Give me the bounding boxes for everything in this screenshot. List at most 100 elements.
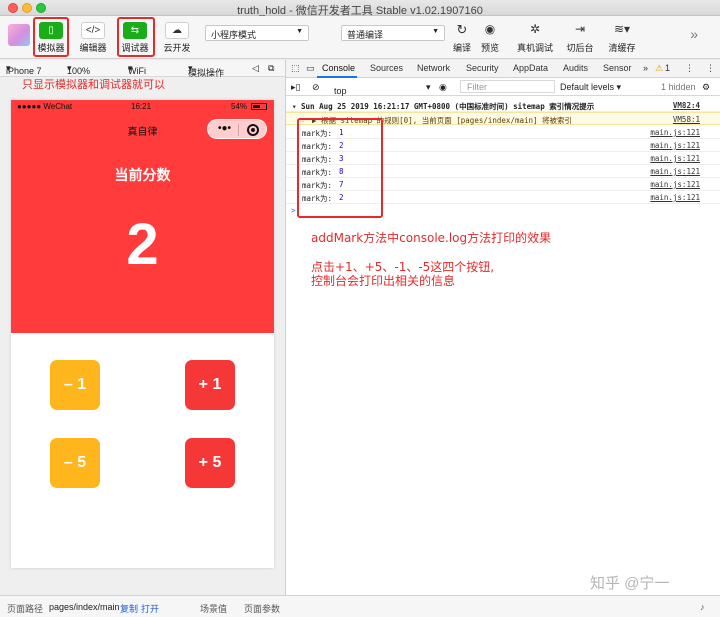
minus-5-button[interactable]: – 5 [50, 438, 100, 488]
capsule-menu[interactable]: •●• [207, 119, 267, 139]
plus-1-button[interactable]: + 1 [185, 360, 235, 410]
compile-select-value: 普通编译 [347, 30, 384, 40]
notification-bell-icon[interactable]: ♪ [700, 602, 705, 612]
log-source-link[interactable]: main.js:121 [650, 141, 700, 150]
warning-row-source-link[interactable]: VM58:1 [673, 115, 700, 124]
log-source-link[interactable]: main.js:121 [650, 180, 700, 189]
layers-icon: ≋▾ [613, 22, 631, 36]
kebab-menu-icon[interactable]: ⋮ [685, 63, 694, 74]
copy-path-link[interactable]: 复制 [120, 602, 138, 615]
context-chevron-down-icon[interactable]: ▾ [426, 82, 431, 93]
group-header-text: ▾ Sun Aug 25 2019 16:21:17 GMT+0800 (中国标… [292, 102, 595, 111]
more-tabs-icon[interactable]: » [643, 63, 648, 73]
preview-button[interactable]: ◉ 预览 [470, 20, 510, 56]
log-source-link[interactable]: main.js:121 [650, 167, 700, 176]
plus-5-button[interactable]: + 5 [185, 438, 235, 488]
status-time: 16:21 [131, 102, 152, 111]
compile-select[interactable]: 普通编译 ▼ [341, 25, 445, 41]
hidden-count: 1 hidden [661, 82, 696, 92]
clear-cache-button[interactable]: ≋▾ 清缓存 [602, 20, 642, 56]
page-path-value: pages/index/main [49, 602, 120, 612]
phone-screen: ●●●●● WeChat 16:21 54% 真自律 •●• 当前分数 2 – … [11, 100, 274, 568]
background-button[interactable]: ⇥ 切后台 [560, 20, 600, 56]
log-source-link[interactable]: main.js:121 [650, 154, 700, 163]
tab-sensor[interactable]: Sensor [603, 63, 632, 73]
title-bar: truth_hold - 微信开发者工具 Stable v1.02.190716… [0, 0, 720, 17]
device-select[interactable]: iPhone 7 ▾ [6, 63, 42, 76]
zoom-select[interactable]: 100% ▾ [67, 63, 90, 76]
preview-label: 预览 [480, 43, 499, 53]
console-filter-bar: ▸▯ ⊘ top ▾ ◉ Filter Default levels ▾ 1 h… [286, 78, 720, 96]
sidebar-toggle-icon[interactable]: ▸▯ [291, 82, 300, 93]
code-icon: </> [81, 22, 105, 39]
log-source-link[interactable]: main.js:121 [650, 128, 700, 137]
sound-icon[interactable]: ◁ [252, 63, 259, 74]
mode-select[interactable]: 小程序模式 ▼ [205, 25, 309, 41]
zoom-value: 100% [67, 66, 91, 76]
tab-appdata[interactable]: AppData [513, 63, 548, 73]
chevron-down-icon: ▼ [296, 28, 303, 35]
cloud-button[interactable]: ☁ 云开发 [157, 20, 197, 56]
annotation-box-logs [297, 118, 383, 218]
battery-text: 54% [231, 102, 248, 111]
tab-sources[interactable]: Sources [370, 63, 403, 73]
editor-button[interactable]: </> 编辑器 [73, 20, 113, 56]
simulator-settings-bar: iPhone 7 ▾ 100% ▾ WiFi ▾ 模拟操作 ▾ ◁ ⧉ [0, 60, 285, 78]
levels-select[interactable]: Default levels ▾ [560, 82, 621, 93]
eye-icon: ◉ [484, 22, 496, 36]
close-mini-program-icon[interactable] [247, 124, 259, 136]
tab-console[interactable]: Console [322, 63, 355, 73]
bug-icon: ✲ [529, 22, 541, 36]
annotation-top: 只显示模拟器和调试器就可以 [22, 78, 165, 91]
background-label: 切后台 [566, 43, 594, 53]
cloud-label: 云开发 [163, 43, 191, 53]
mode-select-value: 小程序模式 [211, 30, 257, 40]
status-bar: ●●●●● WeChat 16:21 54% [11, 100, 274, 114]
device-value: iPhone 7 [6, 66, 42, 76]
minus-1-button[interactable]: – 1 [50, 360, 100, 410]
scene-value-button[interactable]: 场景值 [200, 602, 227, 615]
bottom-status-bar: 页面路径 pages/index/main 复制 打开 场景值 页面参数 ♪ [0, 595, 720, 617]
context-value: top [334, 86, 347, 96]
close-devtools-icon[interactable]: ⋮ [706, 63, 715, 74]
popout-icon[interactable]: ⧉ [268, 63, 274, 74]
device-debug-label: 真机调试 [516, 43, 553, 53]
score-label: 当前分数 [114, 167, 171, 183]
network-value: WiFi [128, 66, 146, 76]
ops-select[interactable]: 模拟操作 ▾ [188, 63, 224, 78]
battery-icon [251, 103, 267, 110]
device-toggle-icon[interactable]: ▭ [306, 63, 315, 74]
warning-count: 1 [665, 63, 671, 73]
live-expression-eye-icon[interactable]: ◉ [439, 82, 447, 93]
more-chevron-icon[interactable]: » [690, 26, 698, 42]
carrier-text: ●●●●● WeChat [17, 102, 73, 111]
tab-network[interactable]: Network [417, 63, 450, 73]
log-source-link[interactable]: main.js:121 [650, 193, 700, 202]
network-select[interactable]: WiFi ▾ [128, 63, 146, 76]
avatar[interactable] [8, 24, 30, 46]
inspect-icon[interactable]: ⬚ [291, 63, 300, 74]
score-value: 2 [126, 212, 159, 277]
clear-cache-label: 清缓存 [608, 43, 636, 53]
cloud-icon: ☁ [165, 22, 189, 39]
device-debug-button[interactable]: ✲ 真机调试 [515, 20, 555, 56]
page-path-label: 页面路径 [7, 604, 44, 614]
watermark: 知乎 @宁一 [590, 575, 670, 592]
group-header-source-link[interactable]: VM82:4 [673, 101, 700, 110]
open-path-link[interactable]: 打开 [141, 602, 159, 615]
more-dots-icon[interactable]: •●• [218, 123, 231, 134]
page-params-button[interactable]: 页面参数 [244, 602, 280, 615]
annotation-console-line3: 控制台会打印出相关的信息 [311, 274, 456, 288]
main-toolbar: ▯ 模拟器 </> 编辑器 ⇆ 调试器 ☁ 云开发 小程序模式 ▼ 普通编译 ▼… [0, 16, 720, 59]
prompt-caret: > [291, 206, 296, 215]
score-header: ●●●●● WeChat 16:21 54% 真自律 •●• 当前分数 2 [11, 100, 274, 333]
chevron-down-icon: ▼ [432, 28, 439, 35]
clear-console-icon[interactable]: ⊘ [312, 82, 320, 93]
tab-audits[interactable]: Audits [563, 63, 588, 73]
filter-placeholder: Filter [467, 82, 487, 92]
annotation-box-debugger [117, 17, 155, 57]
switch-icon: ⇥ [574, 22, 586, 36]
console-group-header[interactable]: ▾ Sun Aug 25 2019 16:21:17 GMT+0800 (中国标… [286, 99, 720, 112]
tab-security[interactable]: Security [466, 63, 499, 73]
settings-gear-icon[interactable]: ⚙ [702, 82, 710, 93]
